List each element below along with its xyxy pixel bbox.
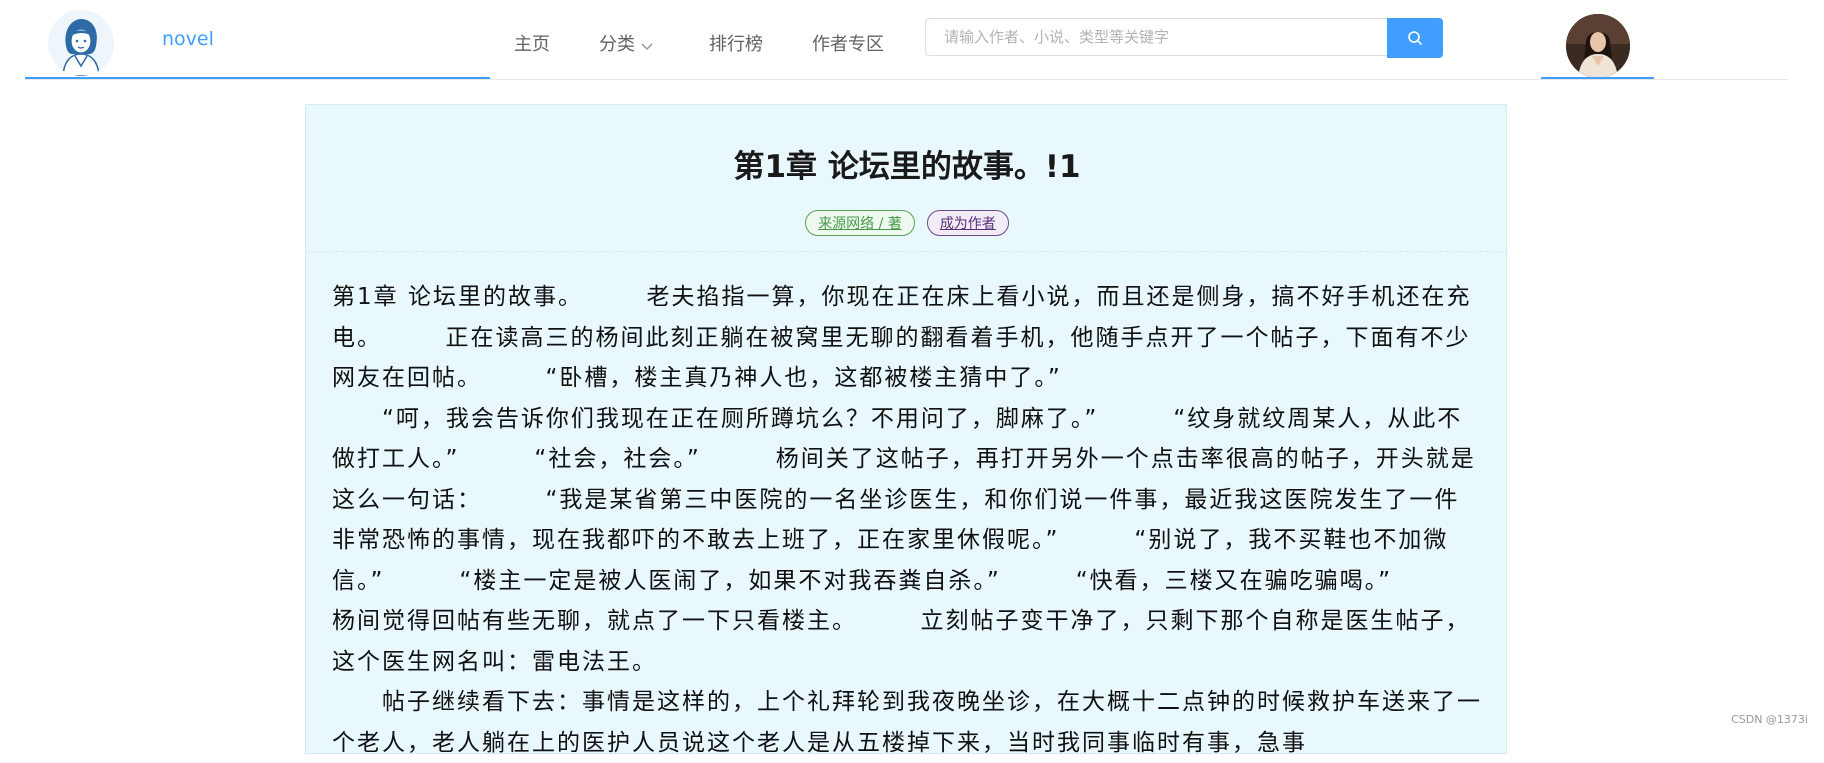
search-input[interactable] (925, 18, 1387, 56)
chevron-down-icon (641, 35, 653, 56)
user-photo-icon (1566, 14, 1630, 78)
source-tag[interactable]: 来源网络 / 著 (805, 210, 915, 236)
nav-author-zone[interactable]: 作者专区 (812, 30, 884, 56)
brand-name[interactable]: novel (162, 28, 214, 50)
top-navbar: novel 主页 分类 排行榜 作者专区 (0, 0, 1824, 80)
header-divider (25, 79, 1787, 80)
nav-home[interactable]: 主页 (514, 30, 550, 56)
nav-category-label: 分类 (599, 34, 635, 55)
title-divider (306, 251, 1508, 252)
watermark: CSDN @1373i (1731, 713, 1808, 726)
search-button[interactable] (1387, 18, 1443, 58)
chapter-title: 第1章 论坛里的故事。!1 (733, 149, 1081, 185)
chapter-tags: 来源网络 / 著 成为作者 (306, 210, 1508, 236)
chapter-content: 第1章 论坛里的故事。 老夫掐指一算，你现在正在床上看小说，而且还是侧身，搞不好… (332, 284, 1482, 756)
nav-category[interactable]: 分类 (599, 30, 653, 56)
nav-ranking[interactable]: 排行榜 (709, 30, 763, 56)
become-author-tag[interactable]: 成为作者 (926, 210, 1009, 236)
chapter-card: 第1章 论坛里的故事。!1 来源网络 / 著 成为作者 第1章 论坛里的故事。 … (305, 104, 1508, 756)
search-icon (1408, 31, 1422, 45)
user-avatar[interactable] (1566, 14, 1630, 78)
girl-avatar-logo-icon (48, 10, 114, 76)
site-logo[interactable] (48, 10, 114, 76)
